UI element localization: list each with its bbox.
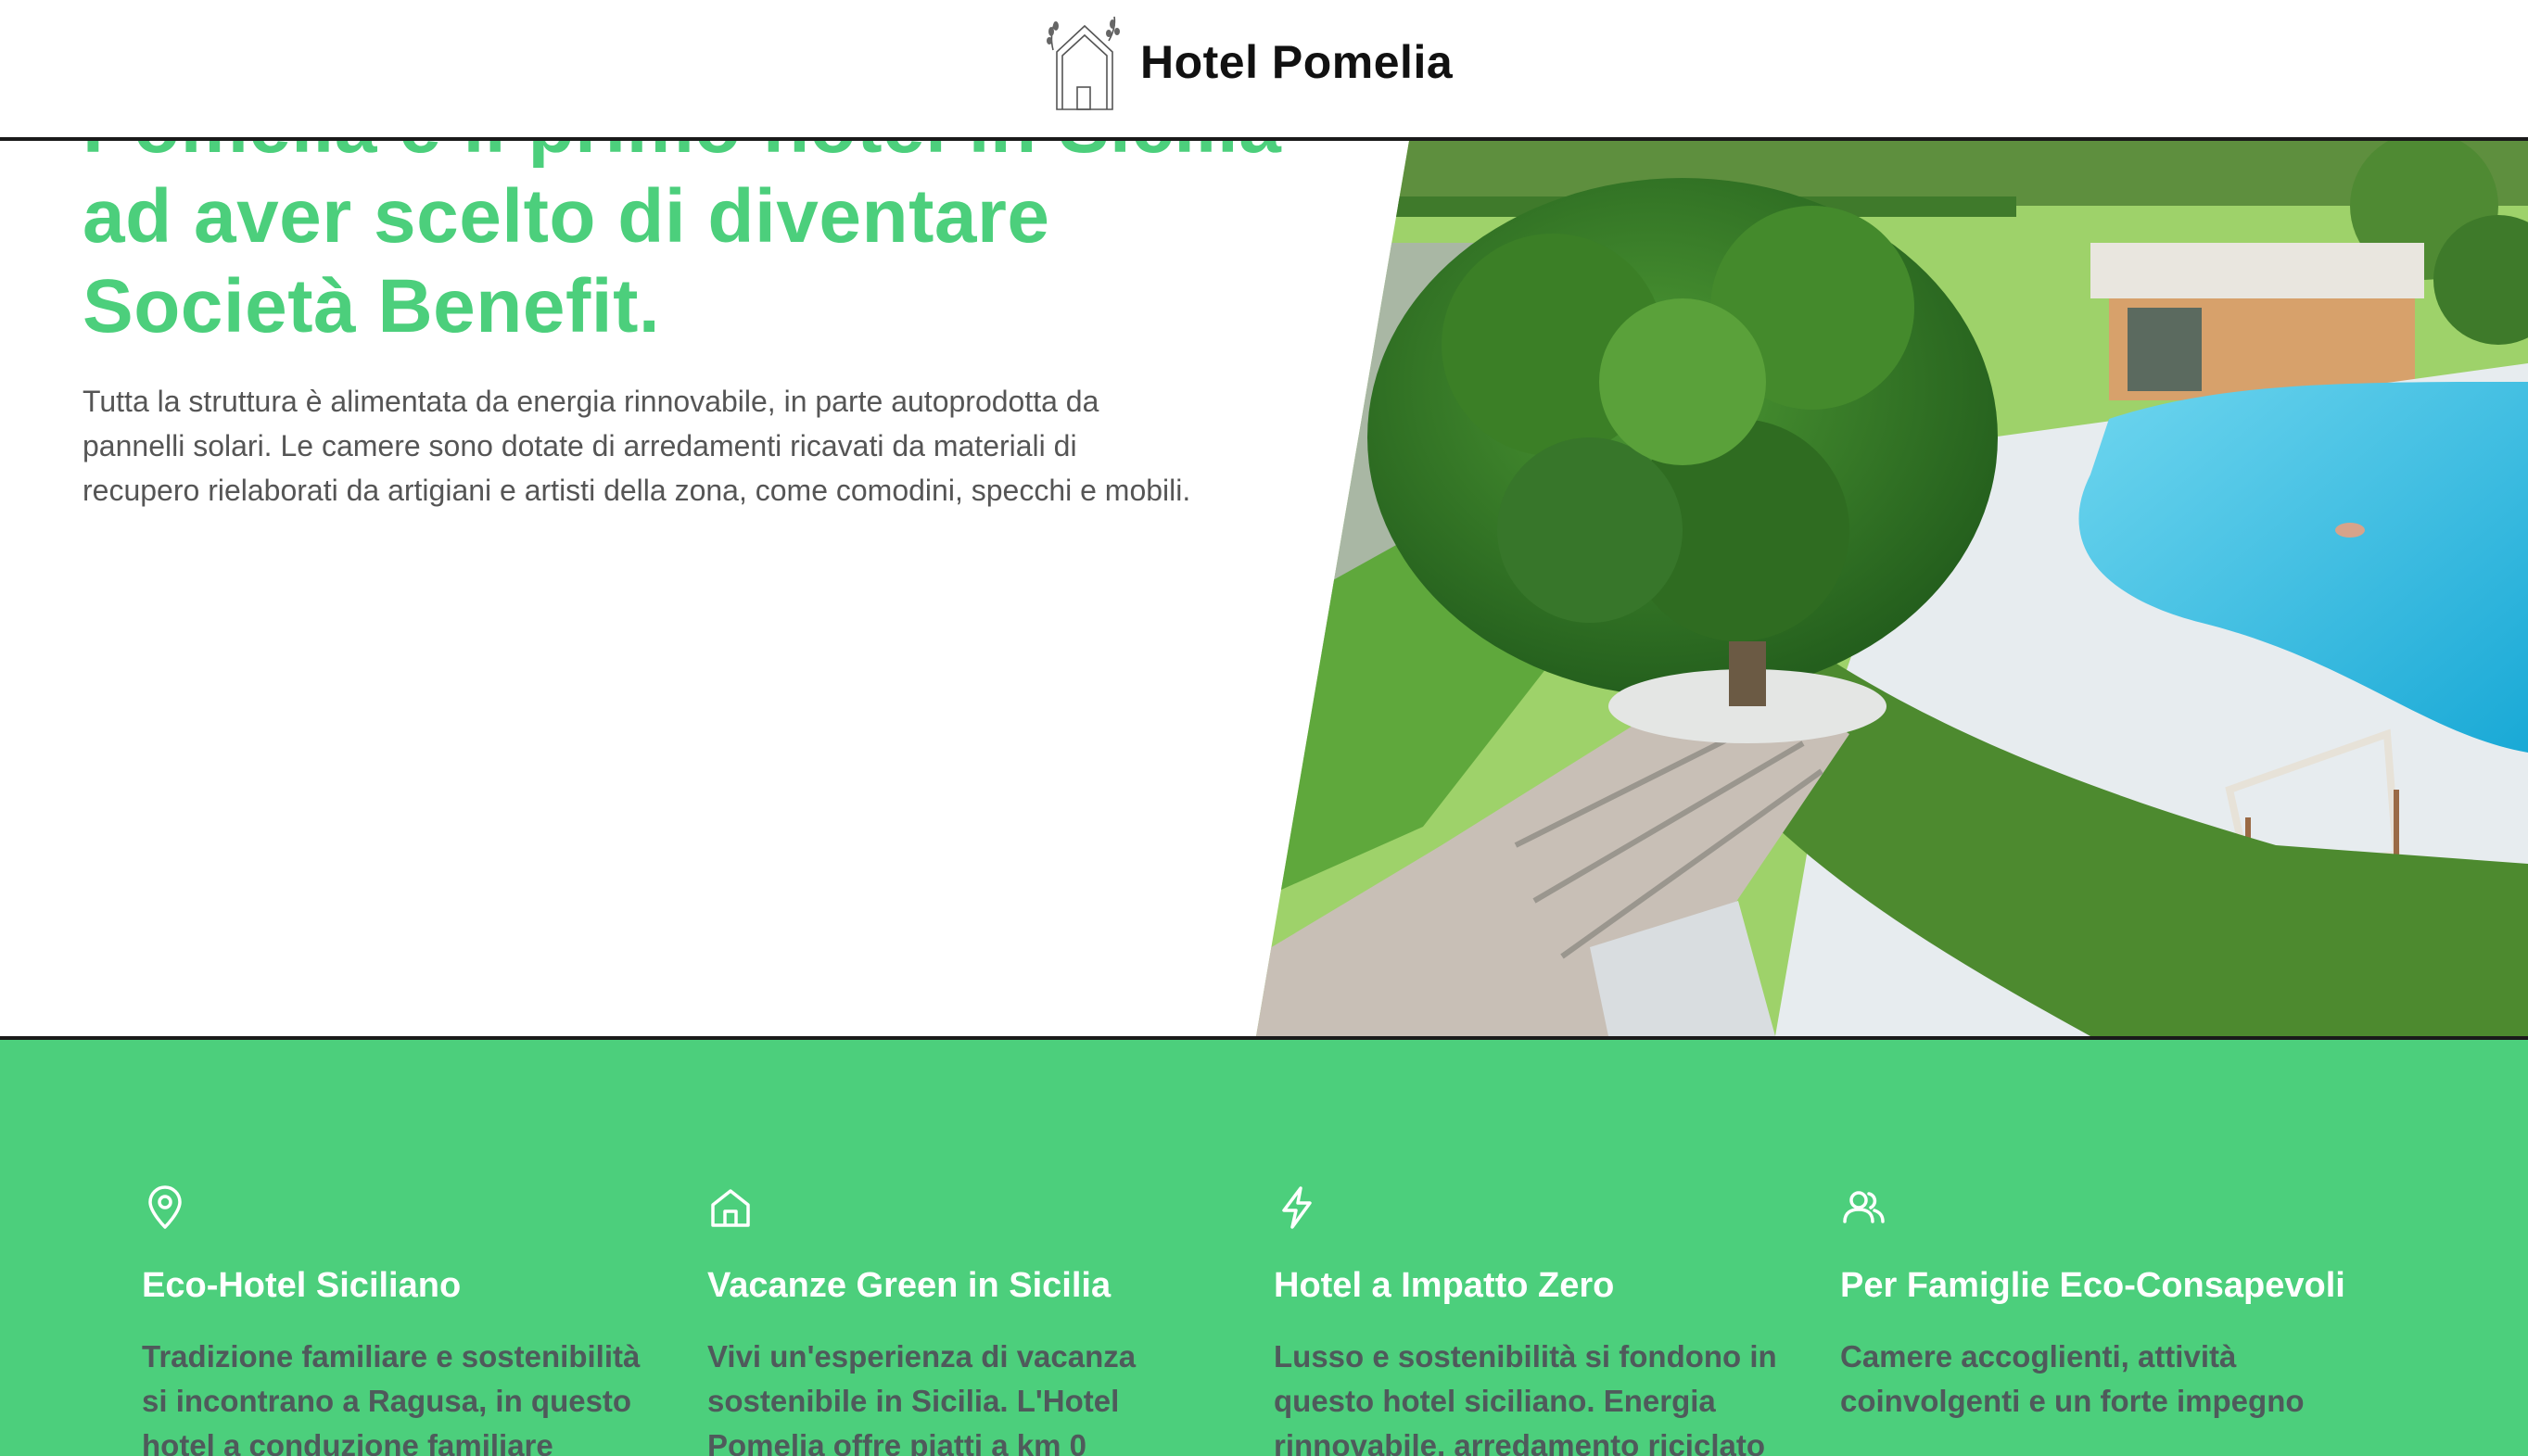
lightning-icon — [1282, 1186, 1312, 1229]
hero-description: Tutta la struttura è alimentata da energ… — [83, 385, 1191, 507]
feature-description: Lusso e sostenibilità si fondono in ques… — [1274, 1339, 1777, 1456]
feature-description: Tradizione familiare e sostenibilità si … — [142, 1339, 641, 1456]
site-header: Hotel Pomelia — [0, 0, 2528, 141]
feature-green-holidays: Vacanze Green in Sicilia Vivi un'esperie… — [707, 1184, 1222, 1456]
feature-description: Vivi un'esperienza di vacanza sostenibil… — [707, 1339, 1137, 1456]
map-pin-icon — [148, 1185, 182, 1229]
feature-description: Camere accoglienti, attività coinvolgent… — [1840, 1339, 2305, 1418]
house-icon — [711, 1189, 750, 1227]
feature-title: Eco-Hotel Siciliano — [142, 1266, 462, 1305]
feature-title: Per Famiglie Eco-Consapevoli — [1840, 1266, 2345, 1305]
feature-families: Per Famiglie Eco-Consapevoli Camere acco… — [1840, 1184, 2355, 1424]
feature-zero-impact: Hotel a Impatto Zero Lusso e sostenibili… — [1274, 1184, 1788, 1456]
feature-title: Vacanze Green in Sicilia — [707, 1266, 1112, 1305]
house-with-plants-icon — [1047, 16, 1120, 110]
brand-home-link[interactable]: Hotel Pomelia — [1044, 13, 1453, 111]
hero-title: Pomelia è il primo hotel in Sicilia ad a… — [83, 141, 1281, 348]
hotel-pool-garden-photo — [1256, 141, 2528, 1036]
hero-text: Pomelia è il primo hotel in Sicilia ad a… — [83, 141, 1288, 513]
brand-name: Hotel Pomelia — [1140, 36, 1454, 88]
features-section: Eco-Hotel Siciliano Tradizione familiare… — [0, 1036, 2528, 1456]
feature-title: Hotel a Impatto Zero — [1274, 1266, 1615, 1305]
users-icon — [1843, 1191, 1885, 1223]
hero-section: Pomelia è il primo hotel in Sicilia ad a… — [0, 141, 2528, 1036]
feature-eco-hotel: Eco-Hotel Siciliano Tradizione familiare… — [142, 1184, 656, 1456]
